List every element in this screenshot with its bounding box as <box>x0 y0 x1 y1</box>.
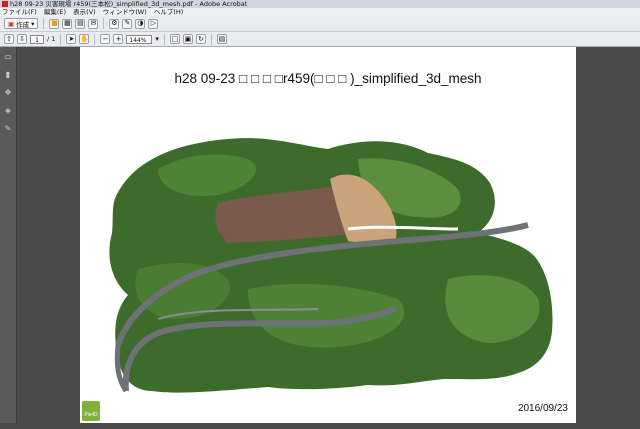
menu-file[interactable]: ファイル(F) <box>2 8 37 16</box>
toolbar-separator <box>103 18 105 29</box>
share-icon[interactable]: ▷ <box>148 18 159 29</box>
acrobat-app-icon <box>2 1 8 7</box>
toolbar-separator <box>210 33 212 45</box>
toolbar-separator <box>60 33 62 45</box>
window-title-bar: h28 09-23 災害現場 r459(三本松)_simplified_3d_m… <box>0 0 640 8</box>
create-icon: ▣ <box>8 19 15 28</box>
chevron-down-icon: ▾ <box>31 19 35 28</box>
navigation-toolbar: ⇧ ⇩ 1 / 1 ➤ ✋ − + 144% ▾ □ ▣ ↻ ▤ <box>0 32 640 47</box>
layers-icon[interactable]: ◈ <box>4 106 13 115</box>
main-toolbar: ▣ 作成 ▾ ■ ▦ ▤ ✉ ⚙ ✎ ◑ ▷ <box>0 16 640 32</box>
menu-window[interactable]: ウィンドウ(W) <box>103 8 147 16</box>
stamp-icon[interactable]: ◑ <box>135 18 146 29</box>
zoom-level-select[interactable]: 144% <box>126 34 153 44</box>
pdf-page: h28 09-23 □ □ □ □r459(□ □ □ )_simplified… <box>80 47 576 423</box>
page-number-input[interactable]: 1 <box>30 34 44 44</box>
bookmarks-icon[interactable]: ▮ <box>4 70 13 79</box>
toolbar-separator <box>94 33 96 45</box>
email-icon[interactable]: ✉ <box>88 18 99 29</box>
menu-view[interactable]: 表示(V) <box>73 8 96 16</box>
create-label: 作成 <box>16 20 30 29</box>
print-icon[interactable]: ▤ <box>75 18 86 29</box>
read-mode-icon[interactable]: ▤ <box>216 34 227 44</box>
menu-bar: ファイル(F) 編集(E) 表示(V) ウィンドウ(W) ヘルプ(H) <box>0 8 640 16</box>
3d-mesh-aerial-image <box>98 138 553 405</box>
toolbar-separator <box>43 18 45 29</box>
zoom-in-icon[interactable]: + <box>113 34 124 44</box>
window-title: h28 09-23 災害現場 r459(三本松)_simplified_3d_m… <box>10 0 248 8</box>
attachments-icon[interactable]: ❖ <box>4 88 13 97</box>
zoom-chevron-down-icon[interactable]: ▾ <box>155 35 159 43</box>
hand-tool-icon[interactable]: ✋ <box>79 34 90 44</box>
comment-icon[interactable]: ✎ <box>122 18 133 29</box>
pix4d-logo: Pix4D <box>82 401 100 421</box>
signatures-icon[interactable]: ✎ <box>4 124 13 133</box>
select-cursor-icon[interactable]: ➤ <box>66 34 77 44</box>
fit-page-icon[interactable]: □ <box>169 34 180 44</box>
menu-help[interactable]: ヘルプ(H) <box>154 8 183 16</box>
rotate-icon[interactable]: ↻ <box>195 34 206 44</box>
settings-icon[interactable]: ⚙ <box>109 18 120 29</box>
document-date: 2016/09/23 <box>517 403 568 414</box>
next-page-icon[interactable]: ⇩ <box>17 34 27 44</box>
fit-width-icon[interactable]: ▣ <box>182 34 193 44</box>
menu-edit[interactable]: 編集(E) <box>44 8 66 16</box>
document-title: h28 09-23 □ □ □ □r459(□ □ □ )_simplified… <box>174 71 482 86</box>
page-thumbnails-icon[interactable]: ▭ <box>4 52 13 61</box>
previous-page-icon[interactable]: ⇧ <box>4 34 14 44</box>
toolbar-separator <box>163 33 165 45</box>
open-folder-icon[interactable]: ■ <box>49 18 60 29</box>
page-total: / 1 <box>47 35 56 43</box>
create-button[interactable]: ▣ 作成 ▾ <box>4 18 39 29</box>
save-icon[interactable]: ▦ <box>62 18 73 29</box>
navigation-pane: ▭ ▮ ❖ ◈ ✎ <box>0 47 17 423</box>
zoom-out-icon[interactable]: − <box>100 34 111 44</box>
